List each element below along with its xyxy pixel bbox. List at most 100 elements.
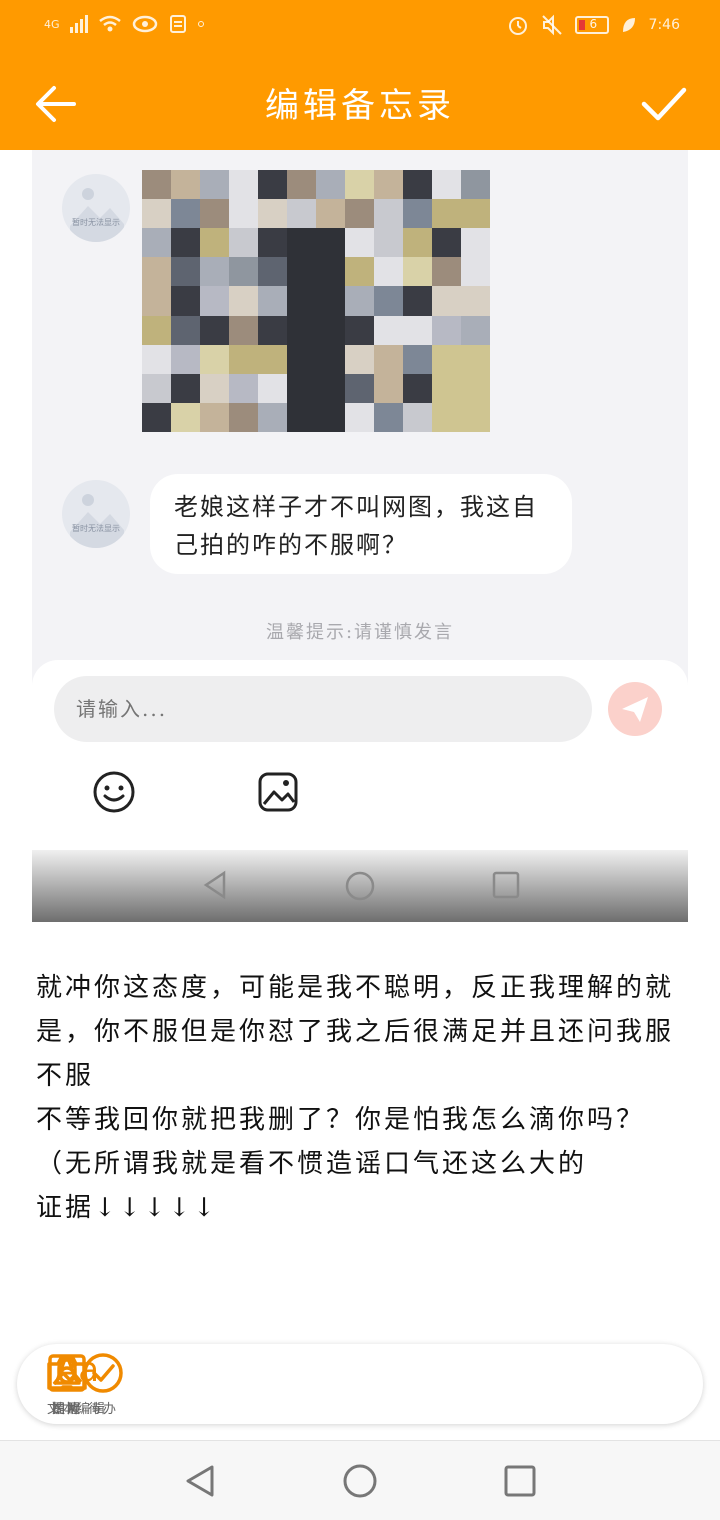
avatar-label: 暂时无法显示 bbox=[72, 218, 120, 227]
home-circle-icon bbox=[343, 1464, 377, 1498]
send-icon bbox=[622, 697, 648, 722]
signal-icon bbox=[69, 15, 88, 33]
text-edit-button[interactable]: Aa 文本编辑 bbox=[17, 1344, 137, 1424]
mosaic-tile bbox=[287, 402, 316, 432]
status-bar: 4G 6 7:46 bbox=[0, 0, 720, 56]
mosaic-tile bbox=[432, 373, 461, 403]
mosaic-tile bbox=[461, 170, 490, 200]
note-line: 不等我回你就把我删了？你是怕我怎么滴你吗？（无所谓我就是看不惯造谣口气还这么大的 bbox=[36, 1105, 646, 1179]
mosaic-tile bbox=[432, 257, 461, 287]
mosaic-tile bbox=[229, 257, 258, 287]
mosaic-tile bbox=[316, 170, 345, 200]
insert-image-button[interactable] bbox=[256, 770, 300, 814]
mosaic-tile bbox=[258, 315, 287, 345]
mosaic-tile bbox=[200, 344, 229, 374]
mosaic-tile bbox=[229, 199, 258, 229]
nav-back-button[interactable] bbox=[182, 1463, 222, 1503]
nav-home-button[interactable] bbox=[342, 1463, 382, 1503]
back-triangle-icon bbox=[186, 1465, 214, 1497]
mosaic-tile bbox=[345, 344, 374, 374]
picture-icon bbox=[258, 772, 298, 812]
mosaic-tile bbox=[229, 315, 258, 345]
emoji-button[interactable] bbox=[92, 770, 136, 814]
mosaic-tile bbox=[374, 402, 403, 432]
mosaic-tile bbox=[461, 228, 490, 258]
mosaic-tile bbox=[403, 228, 432, 258]
chat-tip: 温馨提示:请谨慎发言 bbox=[265, 622, 455, 643]
mosaic-tile bbox=[345, 257, 374, 287]
mosaic-tile bbox=[345, 402, 374, 432]
avatar: 暂时无法显示 bbox=[62, 174, 130, 242]
network-label: 4G bbox=[44, 17, 60, 31]
mosaic-tile bbox=[171, 286, 200, 316]
mosaic-tile bbox=[374, 286, 403, 316]
chat-input[interactable] bbox=[54, 676, 592, 742]
mosaic-tile bbox=[287, 286, 316, 316]
mosaic-tile bbox=[432, 286, 461, 316]
mosaic-tile bbox=[200, 315, 229, 345]
mosaic-tile bbox=[461, 373, 490, 403]
mosaic-tile bbox=[258, 228, 287, 258]
mosaic-tile bbox=[345, 315, 374, 345]
save-button[interactable] bbox=[640, 82, 688, 126]
back-triangle-icon bbox=[203, 870, 226, 900]
mosaic-tile bbox=[171, 170, 200, 200]
mosaic-tile bbox=[403, 286, 432, 316]
battery-icon: 6 bbox=[574, 16, 609, 34]
mosaic-tile bbox=[374, 199, 403, 229]
mosaic-tile bbox=[374, 257, 403, 287]
mosaic-tile bbox=[461, 257, 490, 287]
mosaic-tile bbox=[374, 344, 403, 374]
mosaic-tile bbox=[403, 170, 432, 200]
mosaic-tile bbox=[403, 199, 432, 229]
image-placeholder-icon bbox=[70, 188, 124, 242]
mosaic-tile bbox=[432, 228, 461, 258]
mosaic-tile bbox=[229, 344, 258, 374]
mosaic-tile bbox=[316, 257, 345, 287]
mosaic-tile bbox=[374, 170, 403, 200]
mosaic-tile bbox=[345, 199, 374, 229]
mosaic-tile bbox=[171, 228, 200, 258]
alarm-icon bbox=[508, 17, 527, 35]
mosaic-tile bbox=[200, 402, 229, 432]
nav-recents-button[interactable] bbox=[502, 1463, 542, 1503]
mosaic-tile bbox=[258, 199, 287, 229]
mosaic-tile bbox=[171, 373, 200, 403]
mosaic-tile bbox=[258, 286, 287, 316]
mosaic-tile bbox=[374, 315, 403, 345]
mosaic-tile bbox=[142, 257, 171, 287]
send-button[interactable] bbox=[608, 682, 662, 736]
mosaic-tile bbox=[287, 315, 316, 345]
note-line: 就冲你这态度，可能是我不聪明，反正我理解的就是，你不服但是你怼了我之后很满足并且… bbox=[36, 973, 675, 1091]
app-header: 4G 6 7:46 编辑备忘录 bbox=[0, 0, 720, 150]
mosaic-tile bbox=[229, 170, 258, 200]
avatar: 暂时无法显示 bbox=[62, 480, 130, 548]
mosaic-tile bbox=[200, 199, 229, 229]
mosaic-tile bbox=[229, 373, 258, 403]
mosaic-tile bbox=[229, 228, 258, 258]
mosaic-tile bbox=[403, 257, 432, 287]
mosaic-tile bbox=[287, 257, 316, 287]
mosaic-tile bbox=[258, 373, 287, 403]
mosaic-tile bbox=[403, 402, 432, 432]
note-line: 证据↓↓↓↓↓ bbox=[36, 1193, 218, 1223]
text-format-icon: Aa bbox=[54, 1350, 100, 1390]
mosaic-tile bbox=[461, 344, 490, 374]
mosaic-tile bbox=[432, 170, 461, 200]
mosaic-tile bbox=[171, 344, 200, 374]
note-body[interactable]: 就冲你这态度，可能是我不聪明，反正我理解的就是，你不服但是你怼了我之后很满足并且… bbox=[36, 966, 686, 1230]
mosaic-tile bbox=[316, 344, 345, 374]
system-nav-bar bbox=[0, 1440, 720, 1520]
mosaic-tile bbox=[171, 257, 200, 287]
recents-square-icon bbox=[504, 1465, 536, 1497]
mosaic-tile bbox=[287, 344, 316, 374]
mosaic-tile bbox=[171, 199, 200, 229]
mosaic-tile bbox=[461, 199, 490, 229]
mosaic-tile bbox=[142, 344, 171, 374]
mosaic-tile bbox=[345, 228, 374, 258]
mosaic-tile bbox=[258, 402, 287, 432]
dot-icon bbox=[197, 21, 204, 27]
mosaic-tile bbox=[200, 286, 229, 316]
mosaic-tile bbox=[258, 257, 287, 287]
mosaic-tile bbox=[229, 402, 258, 432]
